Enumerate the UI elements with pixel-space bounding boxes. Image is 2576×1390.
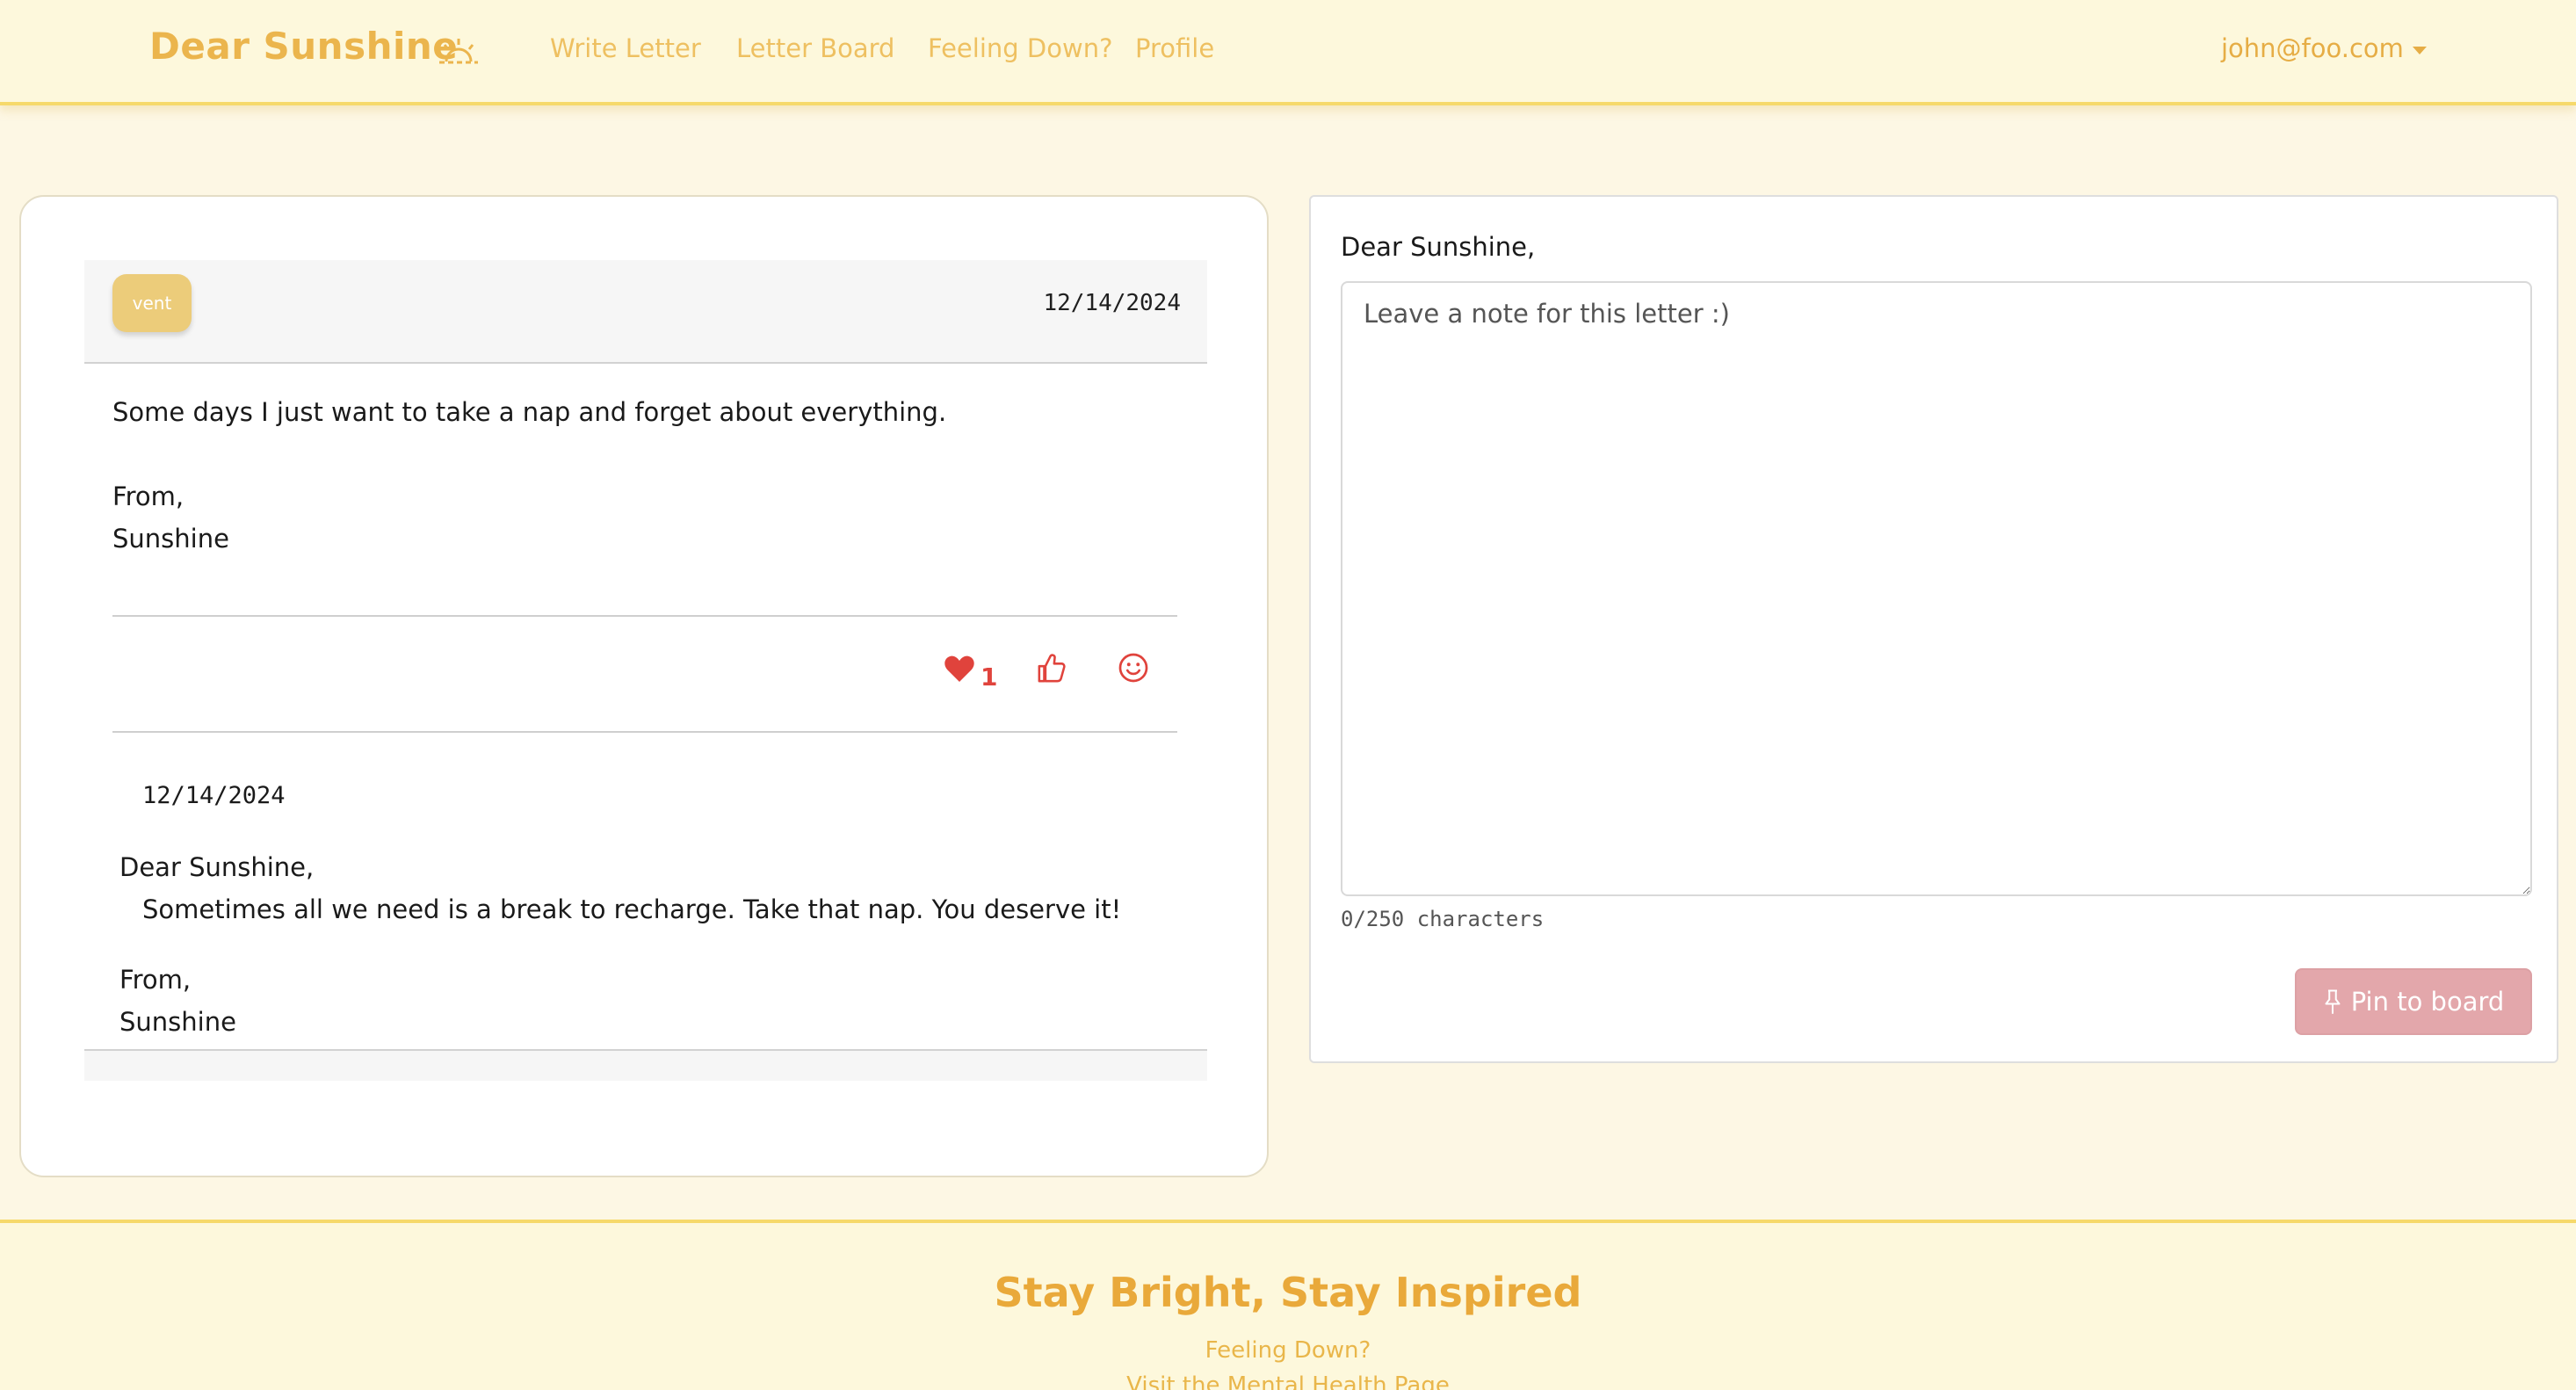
reply-salutation: Dear Sunshine, (119, 852, 315, 882)
letter-card: vent 12/14/2024 Some days I just want to… (19, 195, 1269, 1177)
thumbs-up-reaction-button[interactable] (1037, 652, 1067, 685)
thumbs-up-icon (1038, 654, 1066, 683)
letter-closing: From, (112, 481, 185, 511)
chevron-down-icon (2412, 46, 2427, 54)
letter-body: Some days I just want to take a nap and … (112, 397, 947, 427)
nav-feeling-down[interactable]: Feeling Down? (928, 33, 1112, 63)
footer-title: Stay Bright, Stay Inspired (994, 1269, 1582, 1316)
nav-letter-board[interactable]: Letter Board (736, 33, 894, 63)
smile-icon (1118, 653, 1148, 683)
smile-reaction-button[interactable] (1118, 652, 1149, 684)
reply-signature: Sunshine (119, 1007, 236, 1037)
nav-profile[interactable]: Profile (1135, 33, 1214, 63)
pin-to-board-button[interactable]: Pin to board (2295, 968, 2532, 1035)
navbar: Dear Sunshine Write Letter Letter Board … (0, 0, 2576, 105)
reply-closing: From, (119, 965, 192, 995)
heart-reaction-button[interactable] (944, 654, 975, 684)
letter-signature: Sunshine (112, 524, 229, 554)
letter-date: 12/14/2024 (1043, 290, 1181, 316)
letter-tag-badge: vent (112, 274, 192, 332)
sunrise-icon (439, 39, 478, 64)
note-salutation: Dear Sunshine, (1341, 232, 1536, 262)
divider (112, 731, 1177, 733)
note-form-card: Dear Sunshine, 0/250 characters Pin to b… (1309, 195, 2558, 1063)
heart-count: 1 (980, 662, 998, 691)
pin-icon (2325, 989, 2341, 1014)
heart-icon (944, 655, 974, 682)
brand-title[interactable]: Dear Sunshine (149, 25, 458, 68)
user-email: john@foo.com (2221, 33, 2404, 63)
nav-write-letter[interactable]: Write Letter (550, 33, 701, 63)
pin-button-label: Pin to board (2350, 987, 2505, 1017)
letter-header: vent 12/14/2024 (84, 260, 1207, 364)
note-textarea[interactable] (1341, 281, 2532, 896)
divider (112, 615, 1177, 617)
character-count: 0/250 characters (1341, 907, 1545, 931)
user-menu-dropdown[interactable]: john@foo.com (2221, 33, 2427, 63)
footer: Stay Bright, Stay Inspired Feeling Down?… (0, 1220, 2576, 1390)
footer-mental-health-link[interactable]: Visit the Mental Health Page (0, 1372, 2576, 1390)
reply-date: 12/14/2024 (142, 782, 286, 809)
reply-body: Sometimes all we need is a break to rech… (142, 894, 1122, 924)
reply-footer (84, 1049, 1207, 1081)
footer-feeling-down-link[interactable]: Feeling Down? (0, 1337, 2576, 1364)
